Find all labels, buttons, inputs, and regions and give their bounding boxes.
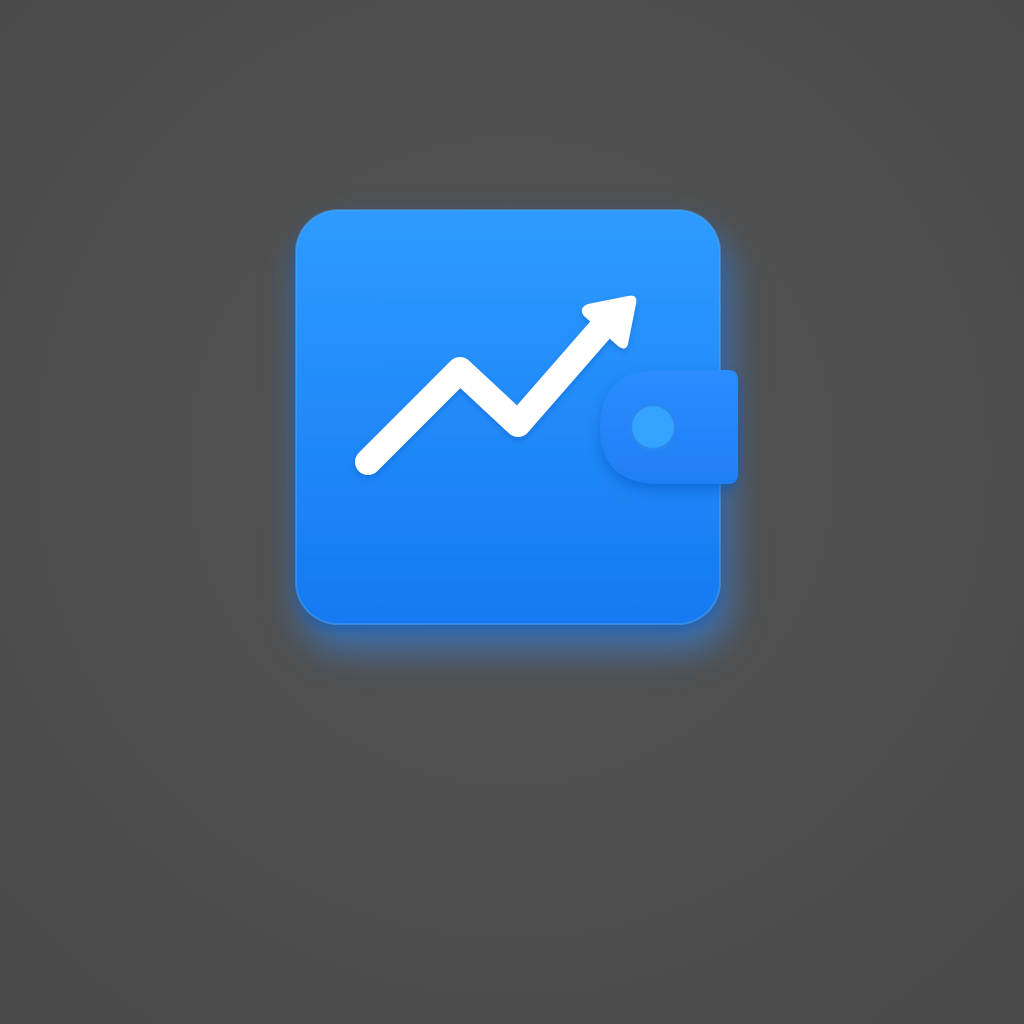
wallet-growth-icon xyxy=(0,0,1024,1024)
clasp-button xyxy=(629,403,677,451)
